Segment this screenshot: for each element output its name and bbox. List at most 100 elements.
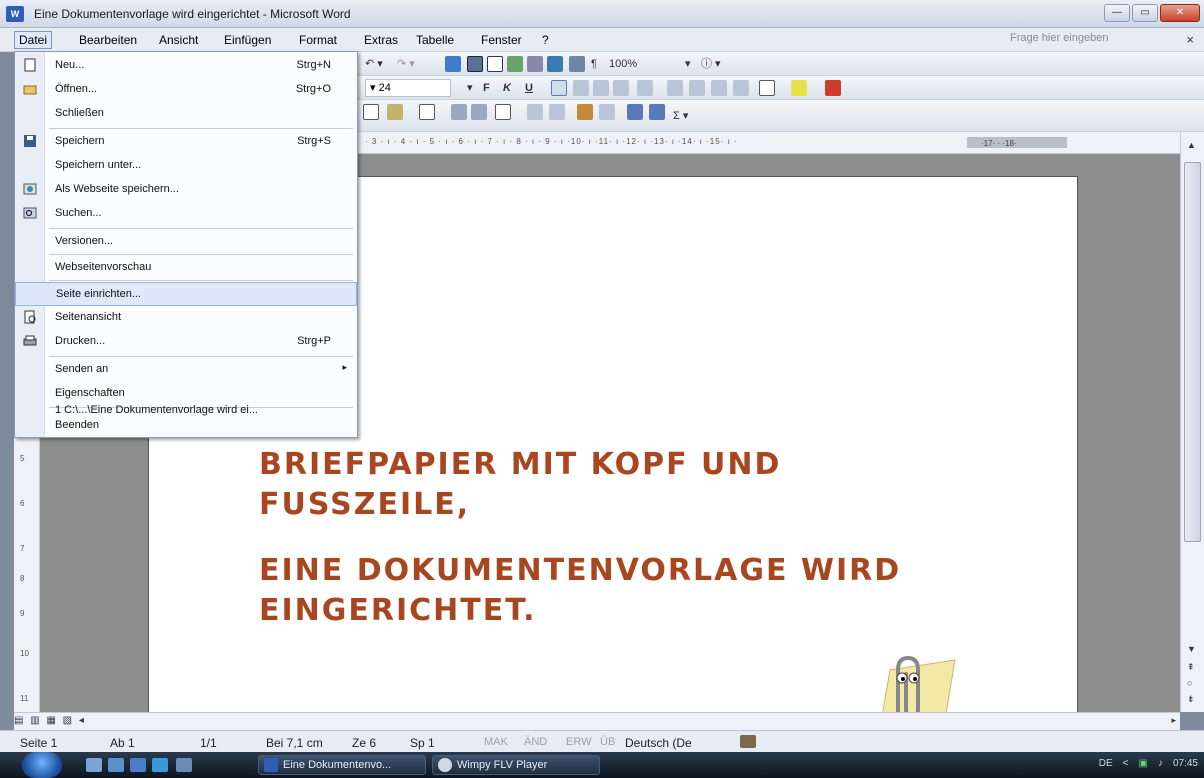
zoom-dropdown-arrow[interactable]: ▾ — [685, 55, 691, 73]
split-cells-icon[interactable] — [471, 104, 487, 120]
status-track-changes[interactable]: ÄND — [524, 736, 547, 748]
increase-indent-icon[interactable] — [733, 80, 749, 96]
sort-descending-icon[interactable] — [649, 104, 665, 120]
insert-table-small-icon[interactable] — [419, 104, 435, 120]
highlight-icon[interactable] — [791, 80, 807, 96]
bold-button[interactable]: F — [483, 79, 490, 97]
quicklaunch-switch-icon[interactable] — [130, 758, 146, 772]
merge-cells-icon[interactable] — [451, 104, 467, 120]
horizontal-scrollbar[interactable]: ▤ ▥ ▦ ▧ ◂ ▸ — [14, 712, 1180, 730]
quicklaunch-media-icon[interactable] — [176, 758, 192, 772]
start-button-icon[interactable] — [22, 752, 62, 778]
line-spacing-icon[interactable] — [637, 80, 653, 96]
menu-fenster[interactable]: Fenster — [477, 32, 526, 48]
drawing-icon[interactable] — [547, 56, 563, 72]
menu-item-seitenansicht[interactable]: Seitenansicht — [15, 306, 357, 330]
border-style-icon[interactable] — [363, 104, 379, 120]
menu-item-schliessen[interactable]: Schließen — [15, 102, 357, 126]
align-cell-icon[interactable] — [495, 104, 511, 120]
font-size-arrow[interactable]: ▾ — [467, 79, 473, 97]
menu-bearbeiten[interactable]: Bearbeiten — [75, 32, 141, 48]
menu-einfuegen[interactable]: Einfügen — [220, 32, 275, 48]
scroll-right-arrow-icon[interactable]: ▸ — [1171, 715, 1176, 726]
tables-borders-icon[interactable] — [467, 56, 483, 72]
insert-table-icon[interactable] — [487, 56, 503, 72]
quicklaunch-desktop-icon[interactable] — [86, 758, 102, 772]
font-color-icon[interactable] — [825, 80, 841, 96]
menu-item-suchen[interactable]: Suchen... — [15, 202, 357, 226]
hyperlink-icon[interactable] — [445, 56, 461, 72]
align-left-icon[interactable] — [551, 80, 567, 96]
vertical-scroll-thumb[interactable] — [1184, 162, 1201, 542]
underline-button[interactable]: U — [525, 79, 533, 97]
task-word[interactable]: Eine Dokumentenvo... — [258, 755, 426, 775]
menu-tabelle[interactable]: Tabelle — [412, 32, 458, 48]
border-icon[interactable] — [759, 80, 775, 96]
menu-item-senden-an[interactable]: Senden an ▸ — [15, 358, 357, 382]
columns-icon[interactable] — [527, 56, 543, 72]
minimize-button[interactable]: — — [1104, 4, 1130, 22]
sort-ascending-icon[interactable] — [627, 104, 643, 120]
document-close-icon[interactable]: × — [1186, 32, 1194, 47]
menu-item-beenden[interactable]: Beenden — [15, 414, 357, 438]
language-indicator[interactable]: DE — [1099, 758, 1113, 769]
word-app-icon[interactable]: W — [6, 6, 24, 22]
status-extend[interactable]: ERW — [566, 736, 591, 748]
insert-excel-icon[interactable] — [507, 56, 523, 72]
redo-icon[interactable]: ↷ ▾ — [397, 55, 415, 73]
bullets-icon[interactable] — [689, 80, 705, 96]
horizontal-ruler[interactable]: · 3 · ı · 4 · ı · 5 · ı · 6 · ı · 7 · ı … — [355, 132, 1180, 154]
menu-item-neu[interactable]: Neu... Strg+N — [15, 54, 357, 78]
menu-item-webseitenvorschau[interactable]: Webseitenvorschau — [15, 256, 357, 280]
justify-icon[interactable] — [613, 80, 629, 96]
menu-datei[interactable]: Datei — [14, 31, 53, 49]
menu-item-versionen[interactable]: Versionen... — [15, 230, 357, 254]
status-macro-record[interactable]: MAK — [484, 736, 508, 748]
task-wimpy[interactable]: Wimpy FLV Player — [432, 755, 600, 775]
decrease-indent-icon[interactable] — [711, 80, 727, 96]
previous-page-icon[interactable]: ⇞ — [1187, 662, 1195, 673]
autosum-icon[interactable]: Σ ▾ — [673, 107, 688, 125]
zoom-value[interactable]: 100% — [609, 55, 637, 73]
menu-help[interactable]: ? — [538, 32, 553, 48]
menu-item-drucken[interactable]: Drucken... Strg+P — [15, 330, 357, 354]
network-icon[interactable]: ▣ — [1139, 758, 1148, 769]
spelling-status-icon[interactable] — [740, 735, 756, 748]
scroll-up-arrow-icon[interactable]: ▲ — [1187, 140, 1196, 150]
pilcrow-icon[interactable]: ¶ — [591, 55, 597, 73]
menu-item-speichern[interactable]: Speichern Strg+S — [15, 130, 357, 154]
menu-item-seite-einrichten[interactable]: Seite einrichten... — [15, 282, 357, 306]
view-buttons[interactable]: ▤ ▥ ▦ ▧ ◂ — [14, 715, 86, 726]
menu-ansicht[interactable]: Ansicht — [155, 32, 202, 48]
align-right-icon[interactable] — [593, 80, 609, 96]
menu-format[interactable]: Format — [295, 32, 341, 48]
clock[interactable]: 07:45 — [1173, 758, 1198, 769]
close-button[interactable]: ✕ — [1160, 4, 1200, 22]
align-center-icon[interactable] — [573, 80, 589, 96]
help-icon[interactable]: ⓘ ▾ — [701, 55, 721, 73]
scroll-down-arrow-icon[interactable]: ▼ — [1187, 644, 1196, 654]
distribute-rows-icon[interactable] — [527, 104, 543, 120]
ask-question-input[interactable]: Frage hier eingeben — [1010, 32, 1160, 44]
status-overtype[interactable]: ÜB — [600, 736, 615, 748]
maximize-button[interactable]: ▭ — [1132, 4, 1158, 22]
menu-item-speichern-unter[interactable]: Speichern unter... — [15, 154, 357, 178]
numbering-icon[interactable] — [667, 80, 683, 96]
quicklaunch-ie-icon[interactable] — [152, 758, 168, 772]
next-page-icon[interactable]: ⇟ — [1187, 694, 1195, 705]
table-autoformat-icon[interactable] — [577, 104, 593, 120]
menu-extras[interactable]: Extras — [360, 32, 402, 48]
menu-item-als-webseite[interactable]: Als Webseite speichern... — [15, 178, 357, 202]
shading-icon[interactable] — [387, 104, 403, 120]
select-browse-object-icon[interactable]: ○ — [1187, 678, 1192, 688]
vertical-scrollbar[interactable]: ▲ ▼ ⇞ ○ ⇟ — [1180, 132, 1204, 712]
undo-icon[interactable]: ↶ ▾ — [365, 55, 383, 73]
volume-icon[interactable]: ♪ — [1158, 758, 1163, 769]
document-map-icon[interactable] — [569, 56, 585, 72]
italic-button[interactable]: K — [503, 79, 511, 97]
quicklaunch-explorer-icon[interactable] — [108, 758, 124, 772]
tray-expand-icon[interactable]: < — [1123, 758, 1129, 769]
change-text-direction-icon[interactable] — [599, 104, 615, 120]
font-size-select[interactable]: ▾ 24 — [365, 79, 451, 97]
distribute-columns-icon[interactable] — [549, 104, 565, 120]
